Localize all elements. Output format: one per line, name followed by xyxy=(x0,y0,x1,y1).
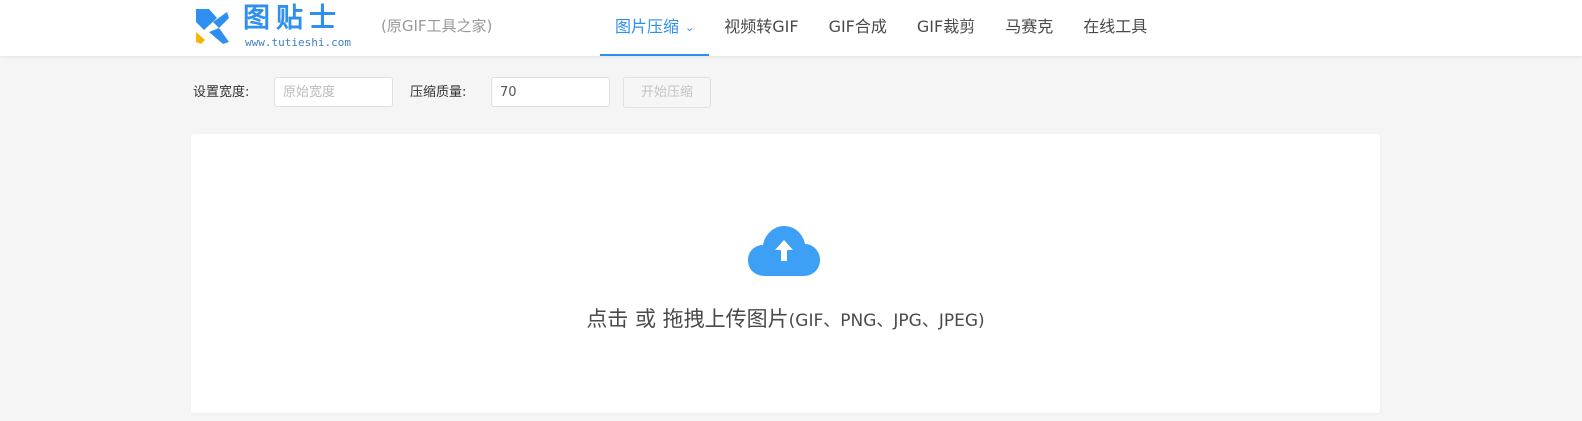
nav-item-gif-crop[interactable]: GIF裁剪 xyxy=(902,0,990,56)
top-header: 图贴士 www.tutieshi.com (原GIF工具之家) 图片压缩 ⌄ 视频… xyxy=(0,0,1582,56)
cloud-upload-icon xyxy=(748,226,820,276)
nav-item-label: 马赛克 xyxy=(1005,17,1054,36)
brand-subtitle: (原GIF工具之家) xyxy=(381,17,493,35)
nav-item-gif-compose[interactable]: GIF合成 xyxy=(814,0,902,56)
nav-item-image-compress[interactable]: 图片压缩 ⌄ xyxy=(600,0,710,56)
main-nav: 图片压缩 ⌄ 视频转GIF GIF合成 GIF裁剪 马赛克 在线工具 xyxy=(600,0,1162,56)
logo-mark-icon xyxy=(196,9,229,44)
nav-item-label: 在线工具 xyxy=(1083,17,1148,36)
compress-options-bar: 设置宽度: 压缩质量: 开始压缩 xyxy=(193,77,793,109)
chevron-down-icon: ⌄ xyxy=(685,21,695,34)
upload-prompt-text: 点击 或 拖拽上传图片 xyxy=(586,307,789,331)
nav-item-label: 视频转GIF xyxy=(724,17,799,36)
quality-label: 压缩质量: xyxy=(410,85,467,100)
width-label: 设置宽度: xyxy=(193,85,250,100)
quality-input[interactable] xyxy=(491,77,610,107)
logo-url: www.tutieshi.com xyxy=(245,36,351,49)
nav-item-label: 图片压缩 xyxy=(615,17,680,36)
nav-item-mosaic[interactable]: 马赛克 xyxy=(990,0,1068,56)
nav-item-label: GIF裁剪 xyxy=(916,17,976,36)
start-compress-button[interactable]: 开始压缩 xyxy=(623,77,711,108)
nav-item-label: GIF合成 xyxy=(828,17,887,36)
site-logo[interactable]: 图贴士 www.tutieshi.com xyxy=(193,3,373,52)
upload-prompt: 点击 或 拖拽上传图片(GIF、PNG、JPG、JPEG) xyxy=(191,304,1380,336)
nav-item-online-tools[interactable]: 在线工具 xyxy=(1068,0,1162,56)
upload-formats: (GIF、PNG、JPG、JPEG) xyxy=(788,311,985,331)
logo-title: 图贴士 xyxy=(243,3,342,34)
width-input[interactable] xyxy=(274,77,393,107)
nav-item-video-to-gif[interactable]: 视频转GIF xyxy=(709,0,813,56)
upload-dropzone[interactable]: 点击 或 拖拽上传图片(GIF、PNG、JPG、JPEG) xyxy=(191,134,1380,413)
